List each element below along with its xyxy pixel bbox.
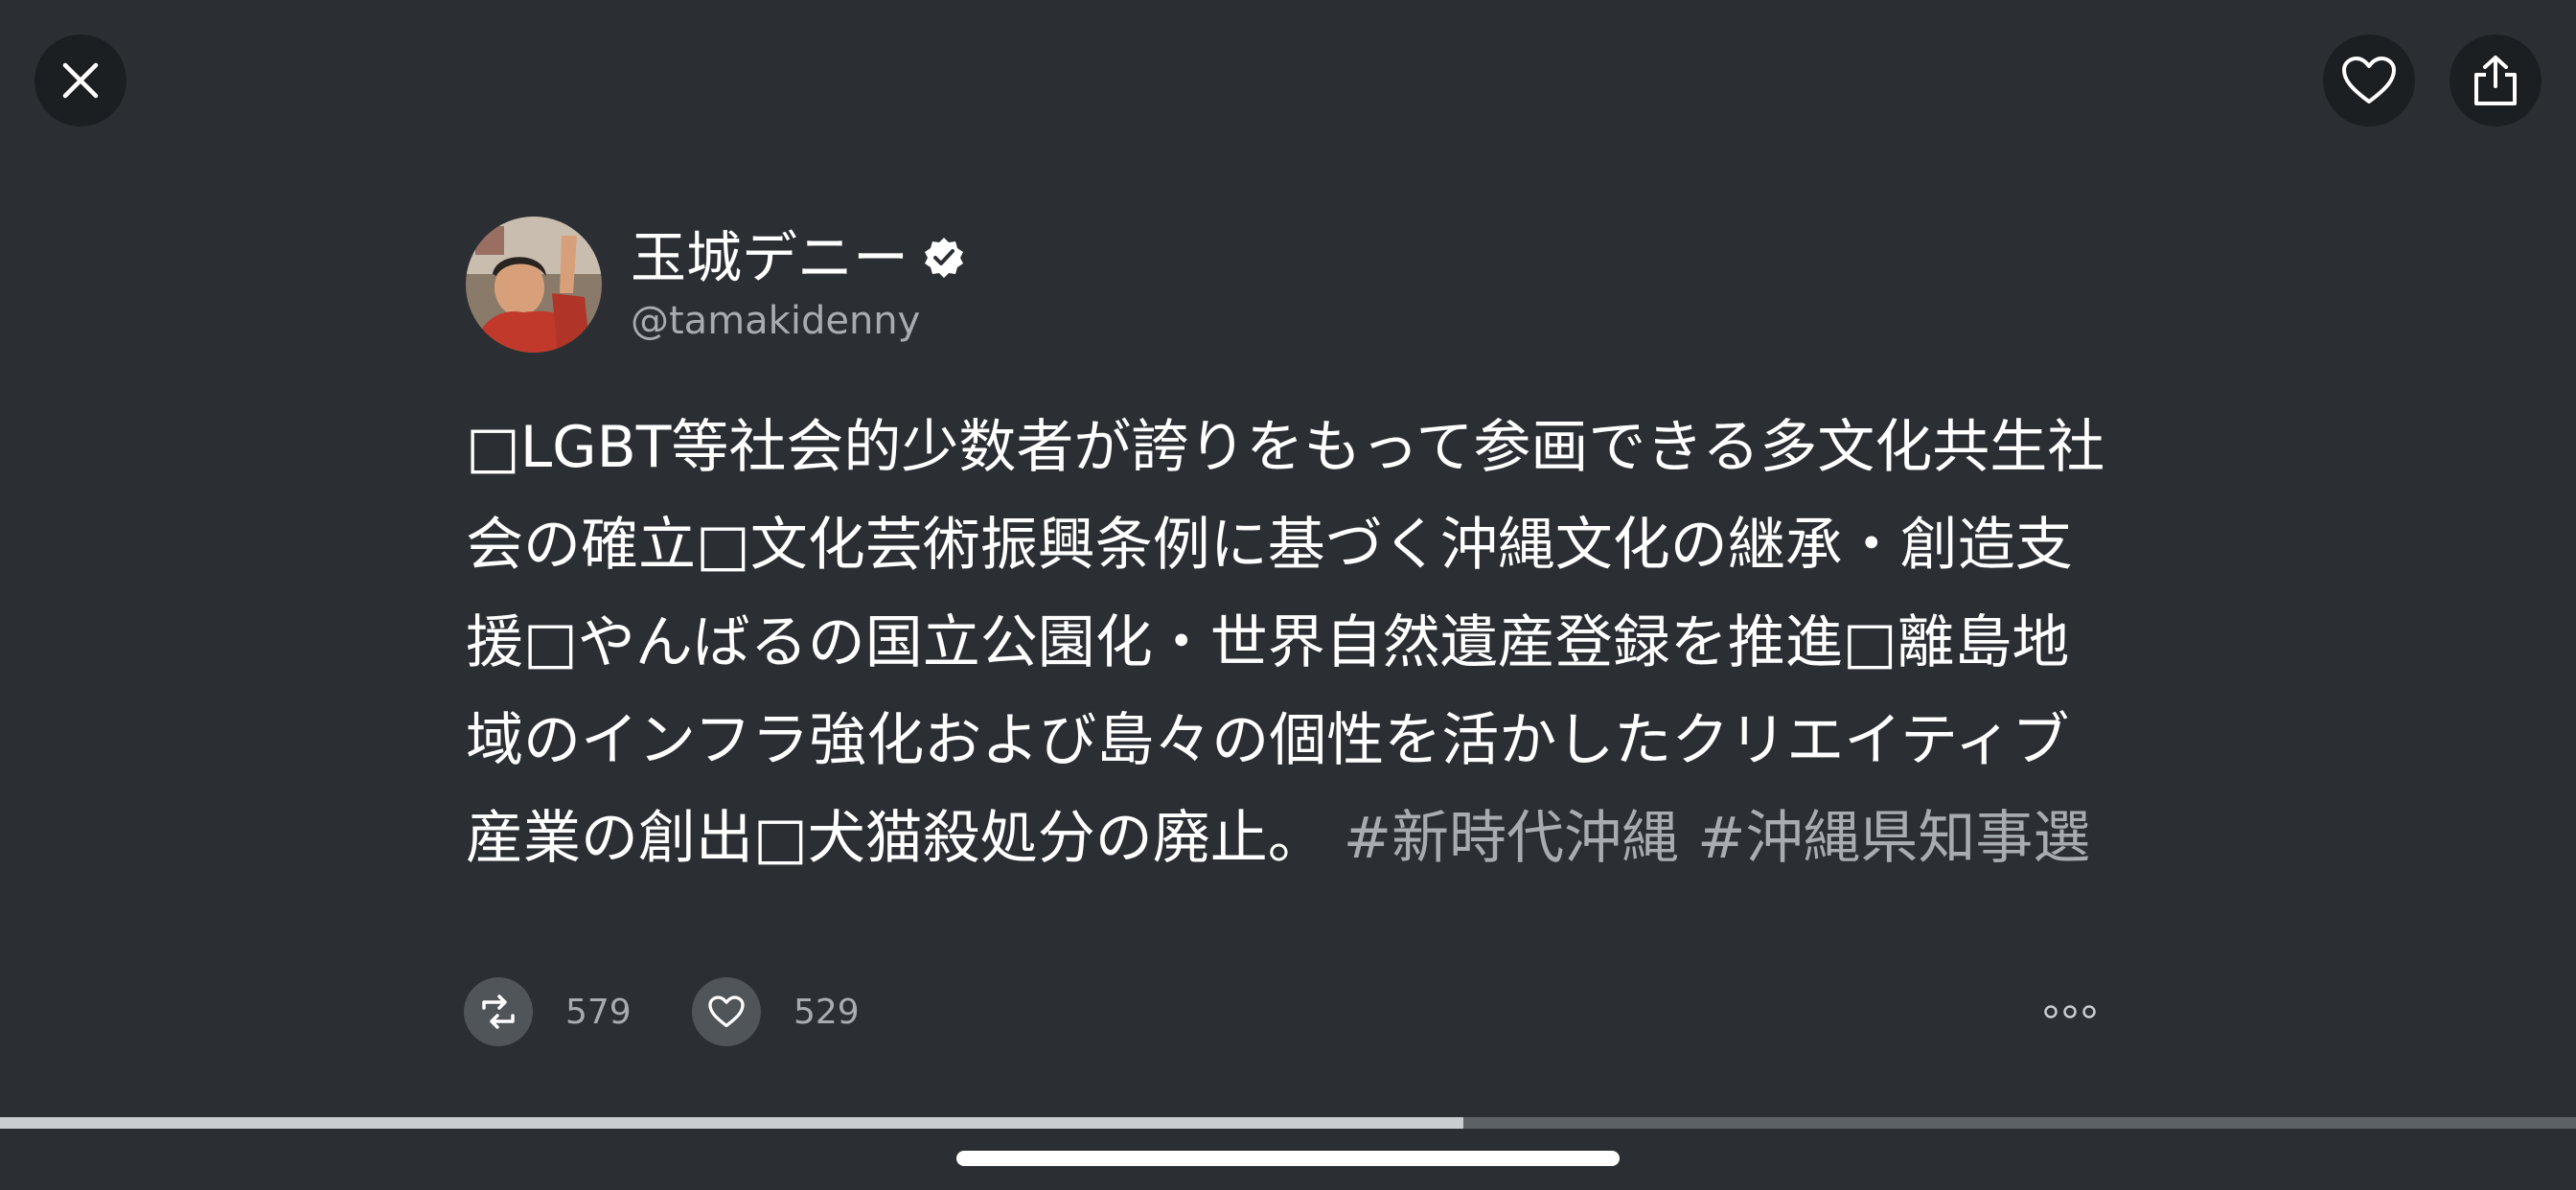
favorite-button[interactable] bbox=[2323, 34, 2415, 126]
avatar-image bbox=[466, 217, 602, 353]
name-row: 玉城デニー bbox=[631, 221, 966, 294]
retweet-button[interactable]: 579 bbox=[464, 975, 632, 1048]
author-text: 玉城デニー @tamakidenny bbox=[631, 221, 966, 348]
verified-badge-icon bbox=[922, 236, 966, 280]
media-progress-bar[interactable] bbox=[0, 1117, 2576, 1129]
heart-icon bbox=[2342, 57, 2396, 103]
media-progress-fill bbox=[0, 1117, 1463, 1129]
like-button[interactable]: 529 bbox=[692, 975, 860, 1048]
share-icon bbox=[2474, 56, 2517, 105]
close-button[interactable] bbox=[34, 34, 126, 126]
retweet-icon bbox=[464, 977, 533, 1046]
author-display-name[interactable]: 玉城デニー bbox=[631, 221, 908, 294]
avatar[interactable] bbox=[466, 217, 602, 353]
tweet-card: 玉城デニー @tamakidenny □LGBT等社会的少数者が誇りをもって参画… bbox=[466, 213, 2114, 887]
tweet-text: □LGBT等社会的少数者が誇りをもって参画できる多文化共生社会の確立□文化芸術振… bbox=[466, 399, 2114, 887]
hashtag-link[interactable]: #沖縄県知事選 bbox=[1697, 805, 2090, 872]
close-icon bbox=[62, 62, 99, 99]
hashtag-link[interactable]: #新時代沖縄 bbox=[1344, 805, 1679, 872]
more-dots-icon bbox=[2044, 1005, 2096, 1018]
tweet-viewer-screen: 玉城デニー @tamakidenny □LGBT等社会的少数者が誇りをもって参画… bbox=[0, 0, 2576, 1190]
tweet-actions: 579 529 bbox=[464, 975, 2104, 1048]
tweet-body-text: □LGBT等社会的少数者が誇りをもって参画できる多文化共生社会の確立□文化芸術振… bbox=[466, 414, 2105, 872]
like-heart-icon bbox=[692, 977, 761, 1046]
more-options-button[interactable] bbox=[2036, 993, 2104, 1031]
tweet-author[interactable]: 玉城デニー @tamakidenny bbox=[466, 213, 2114, 356]
retweet-count: 579 bbox=[565, 992, 632, 1032]
author-handle[interactable]: @tamakidenny bbox=[631, 294, 966, 348]
home-indicator[interactable] bbox=[956, 1151, 1620, 1166]
like-count: 529 bbox=[794, 992, 860, 1032]
share-button[interactable] bbox=[2450, 34, 2542, 126]
